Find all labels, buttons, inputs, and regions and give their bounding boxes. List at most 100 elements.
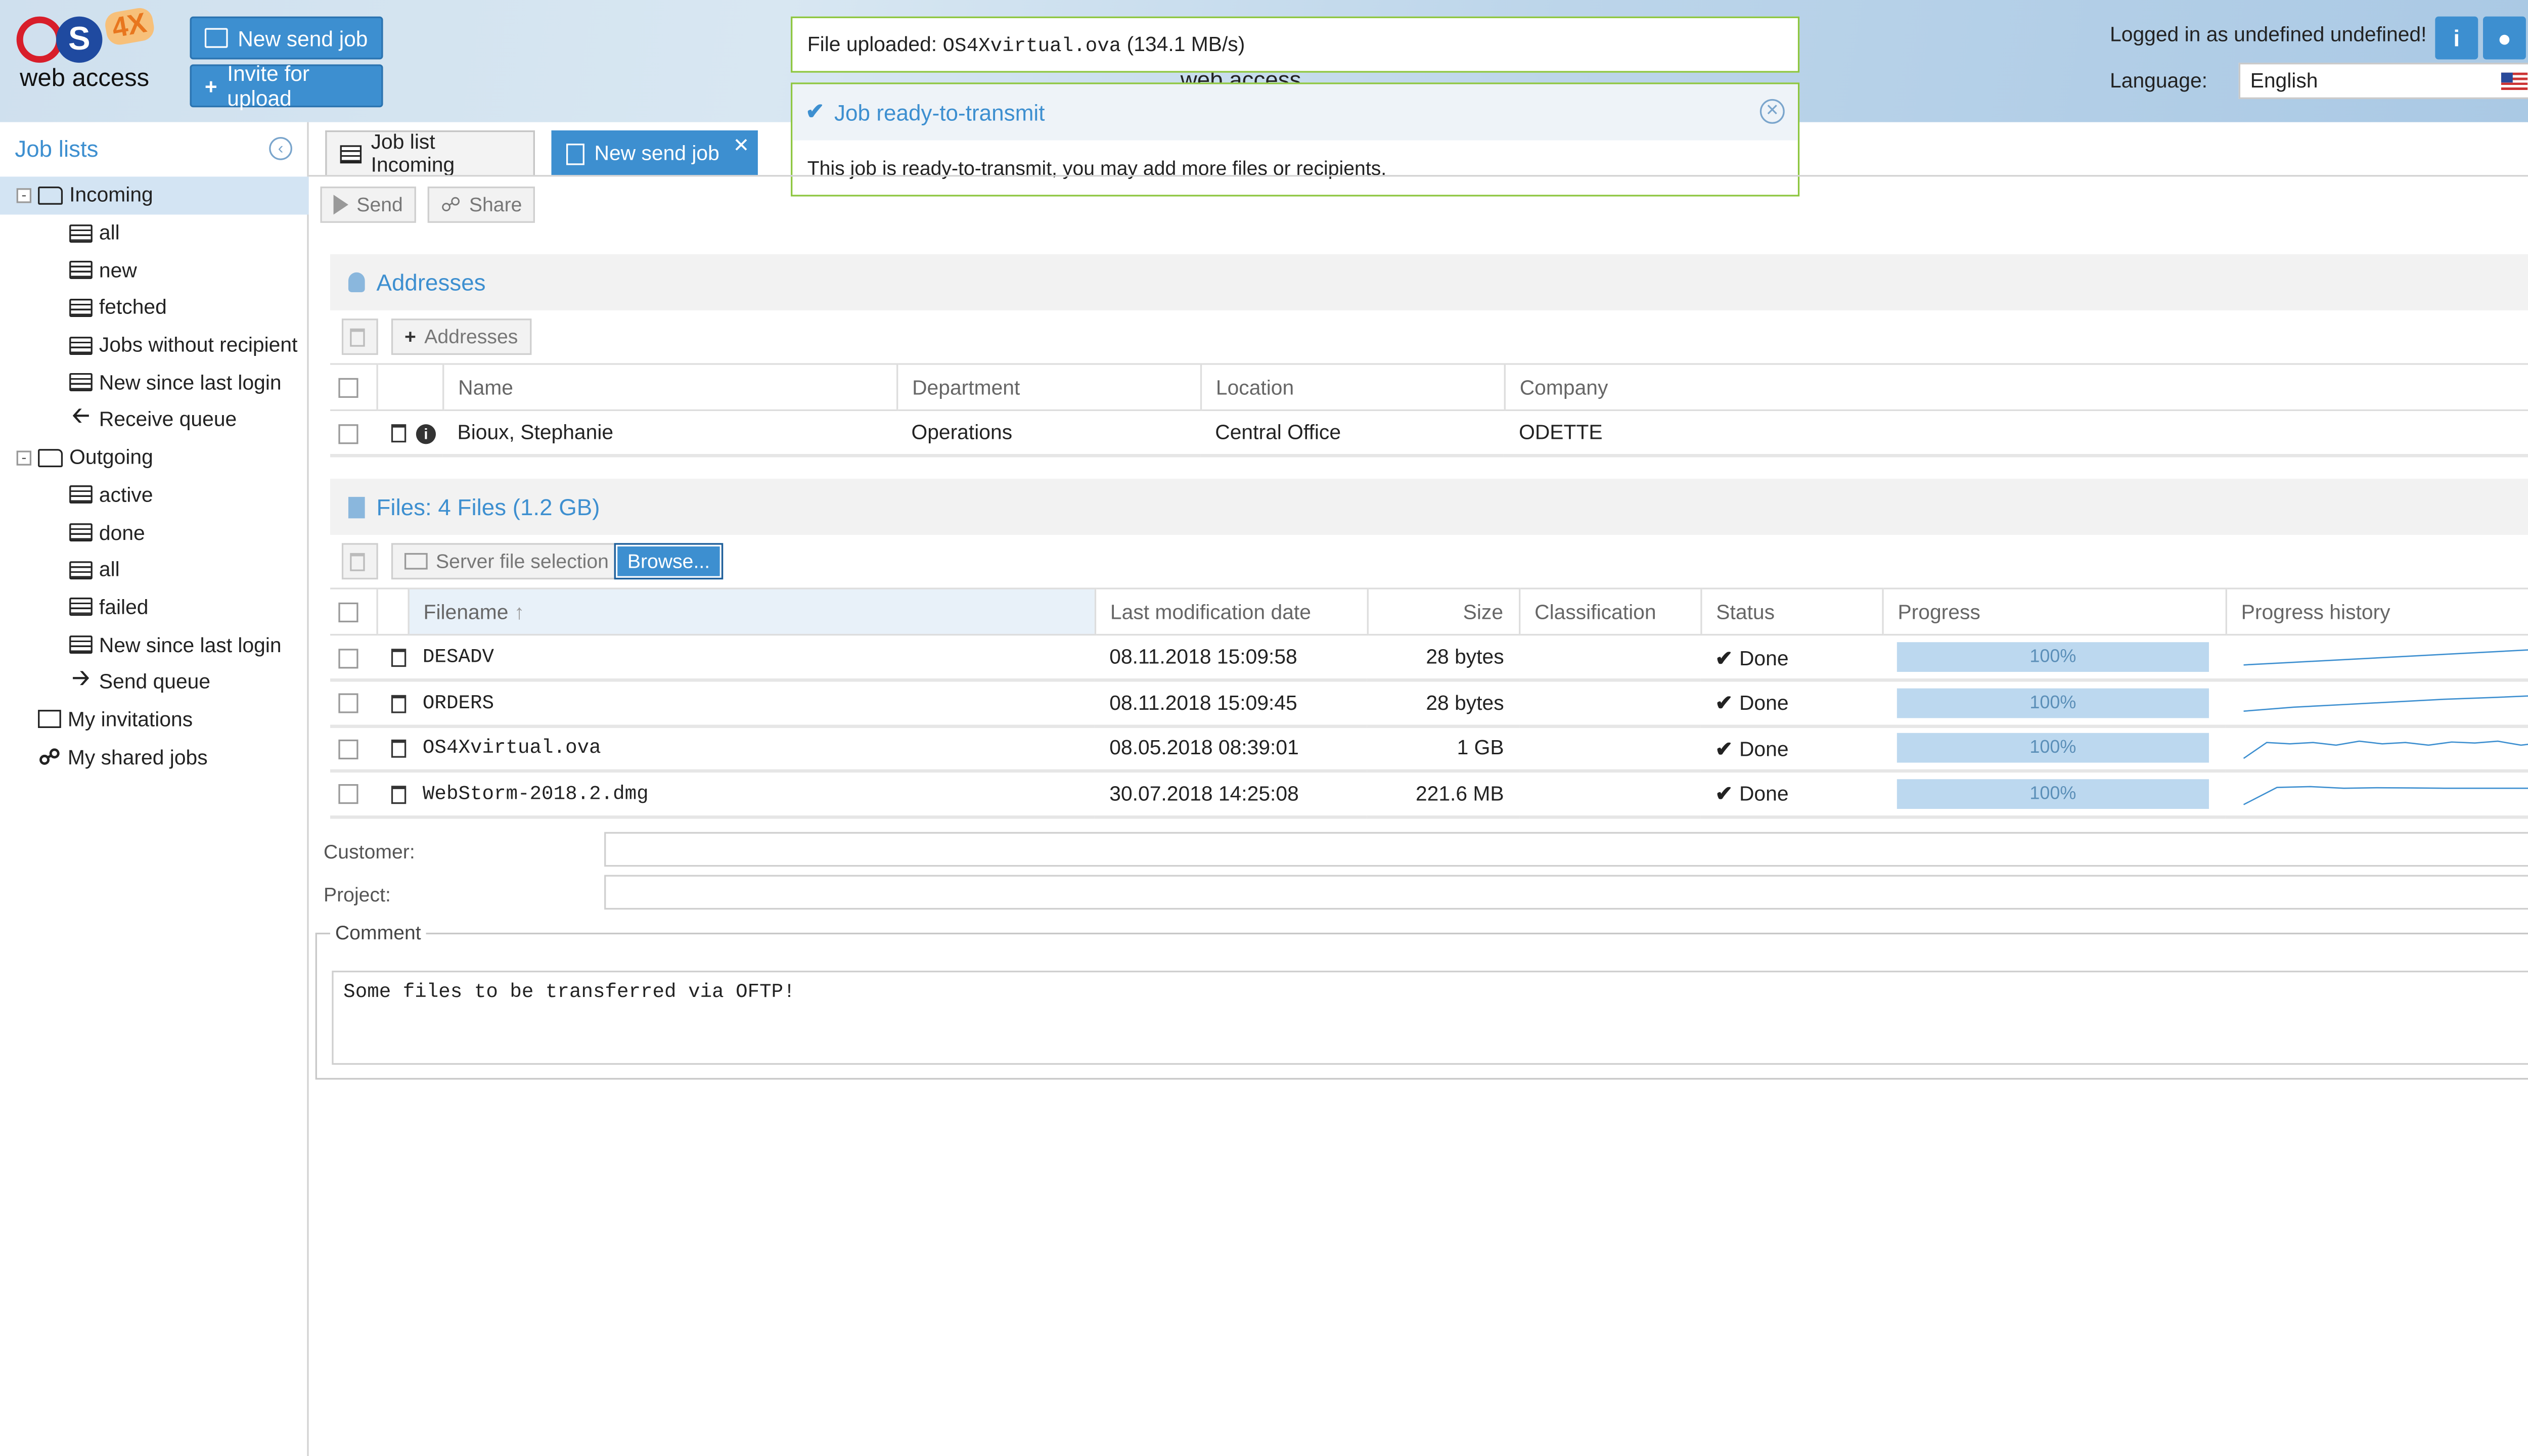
- close-icon[interactable]: ✕: [1759, 99, 1785, 124]
- select-all-checkbox[interactable]: [338, 378, 358, 398]
- row-checkbox[interactable]: [338, 648, 358, 668]
- address-company: ODETTE: [1504, 410, 2528, 458]
- tree-incoming-new-since-login[interactable]: New since last login: [0, 364, 309, 401]
- close-tab-icon[interactable]: ✕: [733, 133, 750, 157]
- col-filename[interactable]: Filename ↑: [407, 587, 1095, 636]
- col-status[interactable]: Status: [1699, 587, 1882, 636]
- invite-upload-button[interactable]: + Invite for upload: [190, 61, 383, 111]
- col-location[interactable]: Location: [1199, 363, 1504, 412]
- tree-my-invitations[interactable]: My invitations: [0, 701, 309, 739]
- col-name[interactable]: Name: [441, 363, 897, 412]
- delete-file-button[interactable]: [341, 543, 378, 580]
- row-checkbox[interactable]: [338, 739, 358, 759]
- list-icon: [69, 298, 93, 317]
- send-button[interactable]: Send: [320, 186, 416, 223]
- delete-address-button[interactable]: [341, 318, 378, 355]
- chat-button[interactable]: ●: [2483, 16, 2526, 60]
- tree-receive-queue[interactable]: 🡠 Receive queue: [0, 401, 309, 439]
- col-progress-history[interactable]: Progress history: [2224, 587, 2528, 636]
- language-select[interactable]: English ⌄: [2238, 63, 2528, 99]
- row-checkbox[interactable]: [338, 424, 358, 444]
- comment-textarea[interactable]: Some files to be transferred via OFTP!: [332, 970, 2528, 1065]
- table-row[interactable]: WebStorm-2018.2.dmg 30.07.2018 14:25:08 …: [330, 770, 2528, 818]
- user-icon: [348, 272, 365, 292]
- tree-outgoing[interactable]: - Outgoing: [0, 439, 309, 476]
- tree-outgoing-failed[interactable]: failed: [0, 588, 309, 626]
- share-icon: ☍: [38, 744, 61, 769]
- select-all-checkbox[interactable]: [338, 603, 358, 623]
- customer-input[interactable]: [604, 832, 2528, 867]
- info-button[interactable]: i: [2435, 16, 2478, 60]
- plus-icon: +: [404, 325, 416, 348]
- new-send-job-button[interactable]: New send job: [190, 16, 383, 60]
- list-icon: [69, 223, 93, 242]
- tree-incoming-no-recipient[interactable]: Jobs without recipient: [0, 327, 309, 364]
- add-addresses-button[interactable]: + Addresses: [391, 318, 531, 355]
- file-date: 08.05.2018 08:39:01: [1094, 725, 1367, 773]
- row-checkbox[interactable]: [338, 785, 358, 805]
- trash-icon[interactable]: [391, 740, 407, 759]
- tab-new-send-job[interactable]: New send job ✕: [551, 130, 758, 175]
- progress-history-sparkline: [2243, 695, 2528, 712]
- col-progress[interactable]: Progress: [1881, 587, 2226, 636]
- tree-outgoing-active[interactable]: active: [0, 476, 309, 514]
- file-history-cell: [2225, 680, 2528, 727]
- collapse-sidebar-icon[interactable]: ‹: [269, 137, 292, 160]
- server-file-selection-button[interactable]: Server file selection: [391, 543, 622, 580]
- job-tree: - Incoming all new fetched Jobs without …: [0, 176, 309, 776]
- logged-in-text: Logged in as undefined undefined!: [2110, 23, 2427, 47]
- list-icon: [69, 561, 93, 579]
- list-icon: [69, 523, 93, 542]
- actions-header: [375, 587, 408, 636]
- tree-outgoing-all[interactable]: all: [0, 551, 309, 588]
- tree-send-queue[interactable]: 🡢 Send queue: [0, 663, 309, 701]
- collapse-toggle-icon[interactable]: -: [16, 187, 32, 203]
- project-input[interactable]: [604, 875, 2528, 910]
- folder-open-icon: [204, 28, 228, 48]
- file-status: Done: [1739, 646, 1789, 670]
- add-user-icon: +: [204, 73, 217, 99]
- col-last-modification[interactable]: Last modification date: [1094, 587, 1367, 636]
- tree-incoming-all[interactable]: all: [0, 214, 309, 251]
- sparkline-path: [2243, 649, 2528, 666]
- us-flag-icon: [2501, 72, 2528, 91]
- col-department[interactable]: Department: [895, 363, 1200, 412]
- play-icon: [333, 195, 348, 215]
- trash-icon[interactable]: [391, 424, 407, 443]
- file-date: 08.11.2018 15:09:45: [1094, 680, 1367, 727]
- upload-notification: File uploaded: OS4Xvirtual.ova (134.1 MB…: [791, 16, 1800, 73]
- tree-item-label: done: [99, 521, 145, 544]
- table-row[interactable]: i Bioux, Stephanie Operations Central Of…: [330, 410, 2528, 458]
- collapse-toggle-icon[interactable]: -: [16, 449, 32, 465]
- tree-incoming-new[interactable]: new: [0, 252, 309, 289]
- col-company[interactable]: Company: [1503, 363, 2528, 412]
- tree-outgoing-new-since-login[interactable]: New since last login: [0, 626, 309, 663]
- col-classification[interactable]: Classification: [1518, 587, 1701, 636]
- tree-item-label: fetched: [99, 296, 167, 320]
- col-size[interactable]: Size: [1366, 587, 1519, 636]
- select-all-cell: [330, 363, 377, 412]
- table-row[interactable]: DESADV 08.11.2018 15:09:58 28 bytes ✔ Don…: [330, 634, 2528, 682]
- file-progress-cell: 100%: [1882, 634, 2226, 682]
- info-icon[interactable]: i: [416, 424, 436, 444]
- language-value: English: [2250, 69, 2318, 93]
- tree-item-label: all: [99, 558, 120, 582]
- tree-incoming[interactable]: - Incoming: [0, 176, 309, 214]
- browse-button[interactable]: Browse...: [614, 543, 724, 580]
- tree-incoming-label: Incoming: [69, 184, 153, 207]
- share-button[interactable]: ☍ Share: [427, 186, 535, 223]
- select-all-cell: [330, 587, 377, 636]
- table-row[interactable]: ORDERS 08.11.2018 15:09:45 28 bytes ✔ Don…: [330, 680, 2528, 727]
- actions-header: [375, 363, 443, 412]
- table-row[interactable]: OS4Xvirtual.ova 08.05.2018 08:39:01 1 GB…: [330, 725, 2528, 773]
- trash-icon[interactable]: [391, 649, 407, 667]
- tab-job-list-incoming[interactable]: Job list Incoming: [325, 130, 535, 176]
- trash-icon[interactable]: [391, 786, 407, 804]
- tree-incoming-fetched[interactable]: fetched: [0, 289, 309, 327]
- check-icon: ✔: [1715, 783, 1733, 806]
- tree-my-shared-jobs[interactable]: ☍ My shared jobs: [0, 739, 309, 776]
- tree-outgoing-done[interactable]: done: [0, 514, 309, 551]
- files-title: Files: 4 Files (1.2 GB): [376, 493, 600, 520]
- row-checkbox[interactable]: [338, 694, 358, 714]
- trash-icon[interactable]: [391, 695, 407, 713]
